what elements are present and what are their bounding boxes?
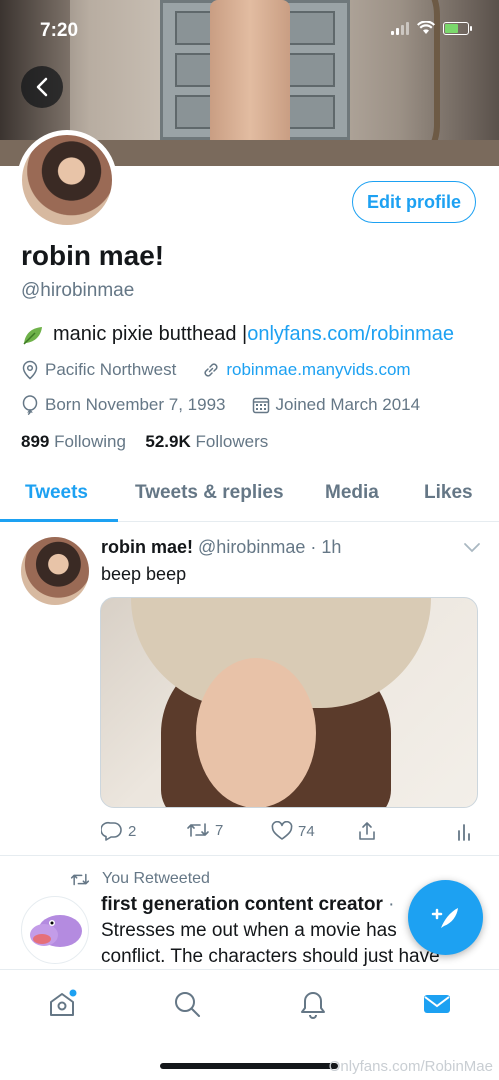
nav-notifications[interactable]: [297, 988, 329, 1020]
status-time: 7:20: [40, 20, 79, 41]
wifi-icon: [417, 21, 435, 34]
profile-handle: @hirobinmae: [21, 280, 135, 301]
retweet-icon: [187, 823, 209, 837]
like-count: 74: [298, 822, 315, 840]
home-icon: [50, 989, 77, 1016]
chevron-down-icon[interactable]: [463, 541, 481, 553]
balloon-icon: [22, 395, 38, 415]
edit-profile-button[interactable]: Edit profile: [352, 181, 476, 223]
retweeted-text: You Retweeted: [102, 870, 210, 887]
followers-link[interactable]: 52.9K Followers: [145, 432, 268, 451]
following-label: Following: [54, 432, 126, 451]
profile-avatar[interactable]: [17, 130, 117, 230]
home-indicator[interactable]: [160, 1063, 338, 1069]
tweet-avatar[interactable]: [21, 537, 89, 605]
profile-birthday: Born November 7, 1993: [45, 395, 226, 414]
tweet-divider: [0, 855, 499, 856]
signal-icon: [391, 21, 409, 35]
search-icon: [175, 992, 200, 1017]
tweet-author-name: robin mae!: [101, 537, 194, 557]
tweet-text: beep beep: [101, 564, 187, 584]
share-button[interactable]: [357, 821, 377, 841]
tweet-header: robin mae! @hirobinmae · 1h: [101, 537, 341, 558]
retweet-small-icon: [70, 873, 90, 885]
profile-website[interactable]: robinmae.manyvids.com: [226, 360, 410, 380]
profile-joined: Joined March 2014: [275, 395, 421, 414]
link-icon: [204, 363, 218, 377]
hippo-avatar-icon: [30, 915, 82, 947]
tweet-author-name: first generation content creator: [101, 894, 383, 915]
location-pin-icon: [22, 360, 38, 380]
profile-location: Pacific Northwest: [45, 360, 177, 379]
tab-likes[interactable]: Likes: [424, 482, 473, 504]
reply-button[interactable]: 2: [101, 821, 136, 841]
tweet-media-image[interactable]: [100, 597, 478, 808]
retweeted-label: You Retweeted: [70, 870, 210, 888]
status-icons: [391, 21, 472, 35]
tweet-text-line-2: conflict. The characters should just hav…: [101, 946, 440, 967]
heart-icon: [271, 821, 293, 840]
status-bar: 7:20: [0, 0, 499, 60]
tweet-header: first generation content creator ·: [101, 894, 395, 916]
bell-icon: [301, 992, 325, 1019]
following-link[interactable]: 899 Following: [21, 432, 126, 451]
follow-counts: 899 Following 52.9K Followers: [21, 432, 268, 452]
profile-tabs: Tweets Tweets & replies Media Likes: [0, 470, 499, 522]
followers-label: Followers: [195, 432, 269, 451]
nav-home[interactable]: [46, 988, 78, 1020]
watermark-text: Onlyfans.com/RobinMae: [328, 1058, 493, 1075]
calendar-icon: [252, 397, 269, 414]
retweet-count: 7: [215, 821, 224, 839]
profile-bio: manic pixie butthead | onlyfans.com/robin…: [21, 323, 454, 346]
profile-name: robin mae!: [21, 240, 165, 271]
leaf-icon: [23, 326, 42, 345]
reply-count: 2: [128, 822, 137, 840]
like-button[interactable]: 74: [271, 821, 315, 841]
nav-messages[interactable]: [421, 988, 453, 1020]
tab-tweets-replies[interactable]: Tweets & replies: [135, 482, 284, 504]
profile-meta-row-2: Born November 7, 1993 Joined March 2014: [21, 395, 420, 415]
profile-meta-row-1: Pacific Northwest robinmae.manyvids.com: [21, 360, 411, 380]
following-count: 899: [21, 432, 50, 451]
bio-text: manic pixie butthead |: [53, 323, 248, 345]
bio-link[interactable]: onlyfans.com/robinmae: [247, 323, 454, 346]
tweet-actions: 2 7 74: [101, 821, 481, 843]
tweet-avatar[interactable]: [21, 896, 89, 964]
reply-icon: [101, 821, 122, 841]
compose-feather-icon: [431, 907, 458, 928]
share-icon: [359, 822, 375, 840]
back-button[interactable]: [21, 66, 63, 108]
tab-tweets[interactable]: Tweets: [25, 482, 88, 504]
tweet-text-line-1: Stresses me out when a movie has: [101, 920, 397, 941]
tab-media[interactable]: Media: [325, 482, 379, 504]
tweet-handle-time: @hirobinmae · 1h: [198, 537, 342, 557]
analytics-button[interactable]: [456, 821, 472, 841]
analytics-icon: [458, 824, 470, 841]
mail-icon: [424, 995, 450, 1013]
battery-icon: [443, 21, 472, 35]
media-face: [196, 658, 316, 807]
nav-search[interactable]: [171, 988, 203, 1020]
retweet-button[interactable]: 7: [186, 821, 223, 839]
compose-tweet-button[interactable]: [408, 880, 483, 955]
chevron-left-icon: [36, 77, 48, 97]
active-tab-indicator: [0, 519, 118, 522]
followers-count: 52.9K: [145, 432, 191, 451]
tweet-separator: ·: [388, 894, 395, 915]
